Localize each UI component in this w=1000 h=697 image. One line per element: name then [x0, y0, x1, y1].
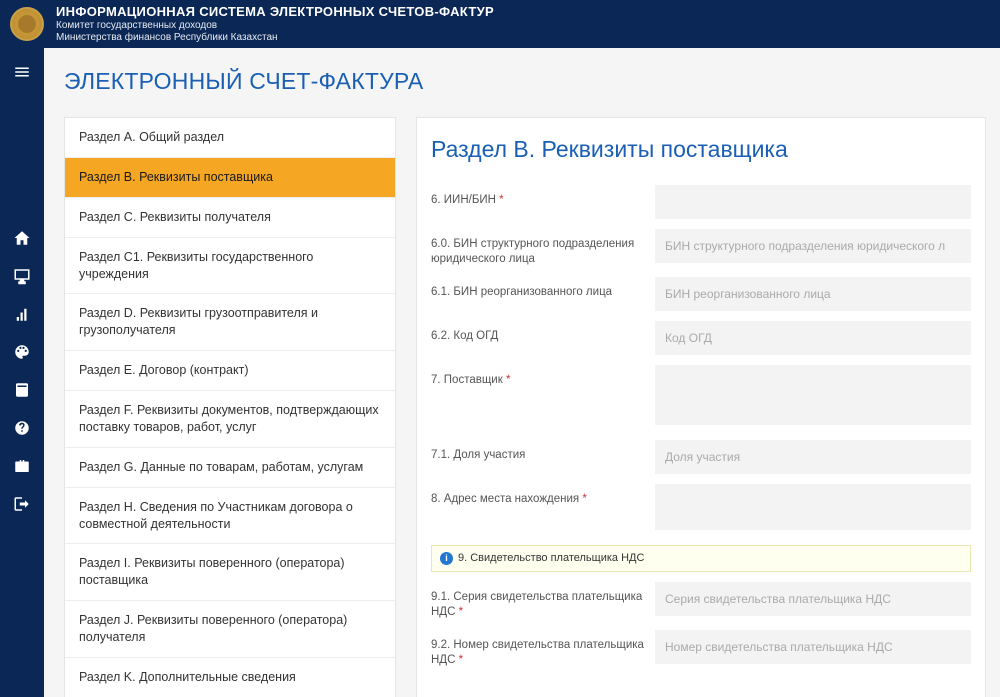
address-input[interactable]: [655, 484, 971, 530]
field-row-bin-reorg: 6.1. БИН реорганизованного лица: [425, 277, 971, 311]
home-icon[interactable]: [12, 228, 32, 248]
app-logo: [10, 7, 44, 41]
field-row-nds-series: 9.1. Серия свидетельства плательщика НДС…: [425, 582, 971, 620]
section-item-d[interactable]: Раздел D. Реквизиты грузоотправителя и г…: [65, 294, 395, 351]
topbar-titles: ИНФОРМАЦИОННАЯ СИСТЕМА ЭЛЕКТРОННЫХ СЧЕТО…: [56, 4, 494, 44]
required-marker: *: [459, 654, 463, 666]
section-item-i[interactable]: Раздел I. Реквизиты поверенного (операто…: [65, 544, 395, 601]
bin-reorg-input[interactable]: [655, 277, 971, 311]
bin-struct-label: 6.0. БИН структурного подразделения юрид…: [425, 229, 655, 267]
iin-bin-label: 6. ИИН/БИН: [431, 194, 496, 206]
required-marker: *: [582, 493, 586, 505]
menu-icon[interactable]: [12, 62, 32, 82]
field-row-address: 8. Адрес места нахождения *: [425, 484, 971, 535]
app-subtitle1: Комитет государственных доходов: [56, 20, 494, 32]
form-panel: Раздел B. Реквизиты поставщика 6. ИИН/БИ…: [416, 117, 986, 697]
required-marker: *: [506, 374, 510, 386]
sidebar: [0, 48, 44, 697]
address-label: 8. Адрес места нахождения: [431, 493, 579, 505]
monitor-icon[interactable]: [12, 266, 32, 286]
section-item-j[interactable]: Раздел J. Реквизиты поверенного (операто…: [65, 601, 395, 658]
nds-number-input[interactable]: [655, 630, 971, 664]
bin-reorg-label: 6.1. БИН реорганизованного лица: [425, 277, 655, 311]
section-item-e[interactable]: Раздел E. Договор (контракт): [65, 351, 395, 391]
required-marker: *: [459, 606, 463, 618]
topbar: ИНФОРМАЦИОННАЯ СИСТЕМА ЭЛЕКТРОННЫХ СЧЕТО…: [0, 0, 1000, 48]
bin-struct-input[interactable]: [655, 229, 971, 263]
section-item-c[interactable]: Раздел C. Реквизиты получателя: [65, 198, 395, 238]
palette-icon[interactable]: [12, 342, 32, 362]
info-icon: i: [440, 552, 453, 565]
page-title: ЭЛЕКТРОННЫЙ СЧЕТ-ФАКТУРА: [64, 68, 986, 95]
app-subtitle2: Министерства финансов Республики Казахст…: [56, 32, 494, 44]
book-icon[interactable]: [12, 380, 32, 400]
share-input[interactable]: [655, 440, 971, 474]
nds-banner-text: 9. Свидетельство плательщика НДС: [458, 552, 644, 564]
field-row-supplier: 7. Поставщик *: [425, 365, 971, 430]
app-title: ИНФОРМАЦИОННАЯ СИСТЕМА ЭЛЕКТРОННЫХ СЧЕТО…: [56, 4, 494, 20]
nds-series-input[interactable]: [655, 582, 971, 616]
kod-ogd-input[interactable]: [655, 321, 971, 355]
section-item-f[interactable]: Раздел F. Реквизиты документов, подтверж…: [65, 391, 395, 448]
iin-bin-input[interactable]: [655, 185, 971, 219]
supplier-label: 7. Поставщик: [431, 374, 503, 386]
chart-icon[interactable]: [12, 304, 32, 324]
section-item-c1[interactable]: Раздел C1. Реквизиты государственного уч…: [65, 238, 395, 295]
logout-icon[interactable]: [12, 494, 32, 514]
kod-ogd-label: 6.2. Код ОГД: [425, 321, 655, 355]
briefcase-icon[interactable]: [12, 456, 32, 476]
field-row-kod-ogd: 6.2. Код ОГД: [425, 321, 971, 355]
field-row-nds-number: 9.2. Номер свидетельства плательщика НДС…: [425, 630, 971, 668]
section-item-k[interactable]: Раздел K. Дополнительные сведения: [65, 658, 395, 697]
section-item-g[interactable]: Раздел G. Данные по товарам, работам, ус…: [65, 448, 395, 488]
main-content: ЭЛЕКТРОННЫЙ СЧЕТ-ФАКТУРА Раздел A. Общий…: [44, 48, 1000, 697]
field-row-share: 7.1. Доля участия: [425, 440, 971, 474]
section-item-h[interactable]: Раздел H. Сведения по Участникам договор…: [65, 488, 395, 545]
field-row-bin-struct: 6.0. БИН структурного подразделения юрид…: [425, 229, 971, 267]
field-row-iin-bin: 6. ИИН/БИН *: [425, 185, 971, 219]
nds-info-banner: i 9. Свидетельство плательщика НДС: [431, 545, 971, 572]
section-item-a[interactable]: Раздел A. Общий раздел: [65, 118, 395, 158]
required-marker: *: [499, 194, 503, 206]
share-label: 7.1. Доля участия: [425, 440, 655, 474]
supplier-input[interactable]: [655, 365, 971, 425]
help-icon[interactable]: [12, 418, 32, 438]
section-navigator: Раздел A. Общий раздел Раздел B. Реквизи…: [64, 117, 396, 697]
section-item-b[interactable]: Раздел B. Реквизиты поставщика: [65, 158, 395, 198]
form-title: Раздел B. Реквизиты поставщика: [431, 136, 971, 163]
